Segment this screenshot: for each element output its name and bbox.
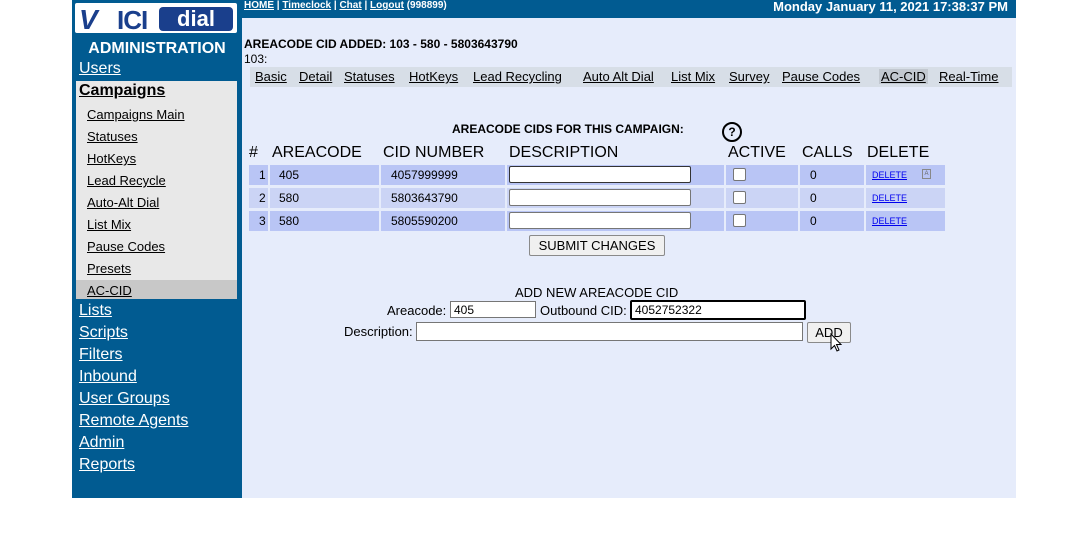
nav-campaigns[interactable]: Campaigns [76,81,237,103]
outbound-cid-label: Outbound CID: [540,303,627,318]
active-checkbox[interactable] [733,191,746,204]
areacode-label: Areacode: [387,303,447,318]
header-cid-number: CID NUMBER [383,144,485,161]
tab-survey[interactable]: Survey [729,69,769,84]
subnav-campaigns-main[interactable]: Campaigns Main [87,107,185,122]
add-new-title: ADD NEW AREACODE CID [515,285,679,300]
nav-reports[interactable]: Reports [79,456,135,474]
header-description: DESCRIPTION [509,144,619,161]
admin-title: ADMINISTRATION [88,40,226,57]
header-calls: CALLS [802,144,853,161]
logo-v: V [79,4,98,33]
row-calls: 0 [810,214,817,228]
date-time: Monday January 11, 2021 17:38:37 PM [773,0,1008,14]
nav-filters[interactable]: Filters [79,346,123,364]
nav-scripts[interactable]: Scripts [79,324,128,342]
timeclock-link[interactable]: Timeclock [282,0,331,11]
description-input[interactable] [509,189,691,206]
active-checkbox[interactable] [733,214,746,227]
tab-ac-cid[interactable]: AC-CID [879,69,928,84]
logo-dial: dial [159,7,233,31]
campaign-tab-bar: Basic Detail Statuses HotKeys Lead Recyc… [250,67,1012,87]
subnav-hotkeys[interactable]: HotKeys [87,151,136,166]
row-number: 2 [259,191,266,205]
tab-statuses[interactable]: Statuses [344,69,395,84]
logout-link[interactable]: Logout [370,0,404,11]
header-active: ACTIVE [728,144,786,161]
table-row: 1 405 4057999999 A 0 DELETE [249,165,945,185]
mouse-cursor-icon [830,333,843,352]
tab-real-time[interactable]: Real-Time [939,69,998,84]
table-row: 3 580 5805590200 0 DELETE [249,211,945,231]
subnav-list-mix[interactable]: List Mix [87,217,131,232]
logo-ici: ICI [117,5,148,33]
outbound-cid-input[interactable]: 4052752322 [630,300,806,320]
subnav-pause-codes[interactable]: Pause Codes [87,239,165,254]
row-areacode: 405 [279,168,300,182]
subnav-presets[interactable]: Presets [87,261,131,276]
user-id: (998899) [403,0,447,11]
delete-link[interactable]: DELETE [872,193,907,203]
campaigns-subnav: Campaigns Main Statuses HotKeys Lead Rec… [76,103,237,299]
row-areacode: 580 [279,191,300,205]
top-links: HOME | Timeclock | Chat | Logout (998899… [244,0,447,11]
description-input[interactable] [509,212,691,229]
description-input[interactable] [509,166,691,183]
nav-lists[interactable]: Lists [79,302,112,320]
nav-user-groups[interactable]: User Groups [79,390,170,408]
chat-link[interactable]: Chat [339,0,361,11]
tab-detail[interactable]: Detail [299,69,332,84]
tab-list-mix[interactable]: List Mix [671,69,715,84]
new-description-input[interactable] [416,322,803,341]
top-bar: HOME | Timeclock | Chat | Logout (998899… [242,0,1016,18]
row-calls: 0 [810,191,817,205]
table-row: 2 580 5803643790 0 DELETE [249,188,945,208]
top-sep: | [361,0,371,11]
active-checkbox[interactable] [733,168,746,181]
tab-basic[interactable]: Basic [255,69,287,84]
nav-users[interactable]: Users [79,60,121,78]
tab-auto-alt-dial[interactable]: Auto Alt Dial [583,69,654,84]
section-title: AREACODE CIDS FOR THIS CAMPAIGN: [452,122,684,136]
areacode-input[interactable]: 405 [450,301,536,318]
row-cid: 5805590200 [391,214,458,228]
subnav-statuses[interactable]: Statuses [87,129,138,144]
added-number: 103: [244,52,268,66]
row-areacode: 580 [279,214,300,228]
nav-remote-agents[interactable]: Remote Agents [79,412,188,430]
header-delete: DELETE [867,144,930,161]
header-number: # [249,144,258,161]
row-number: 1 [259,168,266,182]
home-link[interactable]: HOME [244,0,274,11]
nav-campaigns-label: Campaigns [79,82,166,99]
tab-lead-recycling[interactable]: Lead Recycling [473,69,562,84]
subnav-auto-alt-dial[interactable]: Auto-Alt Dial [87,195,159,210]
delete-link[interactable]: DELETE [872,170,907,180]
tab-hotkeys[interactable]: HotKeys [409,69,458,84]
row-cid: 5803643790 [391,191,458,205]
delete-link[interactable]: DELETE [872,216,907,226]
row-calls: 0 [810,168,817,182]
subnav-ac-cid[interactable]: AC-CID [87,283,132,298]
nav-inbound[interactable]: Inbound [79,368,137,386]
header-areacode: AREACODE [272,144,362,161]
row-number: 3 [259,214,266,228]
subnav-lead-recycle[interactable]: Lead Recycle [87,173,166,188]
row-cid: 4057999999 [391,168,458,182]
tab-pause-codes[interactable]: Pause Codes [782,69,860,84]
added-message: AREACODE CID ADDED: 103 - 580 - 58036437… [244,37,518,51]
nav-admin[interactable]: Admin [79,434,124,452]
sidebar: V ICI dial ADMINISTRATION Users Campaign… [72,0,242,498]
description-label: Description: [344,324,413,339]
vicidial-logo[interactable]: V ICI dial [75,3,237,33]
add-button[interactable]: ADD [807,322,851,343]
help-icon[interactable]: ? [722,122,742,142]
submit-changes-button[interactable]: SUBMIT CHANGES [529,235,665,256]
autocomplete-icon: A [922,169,931,179]
